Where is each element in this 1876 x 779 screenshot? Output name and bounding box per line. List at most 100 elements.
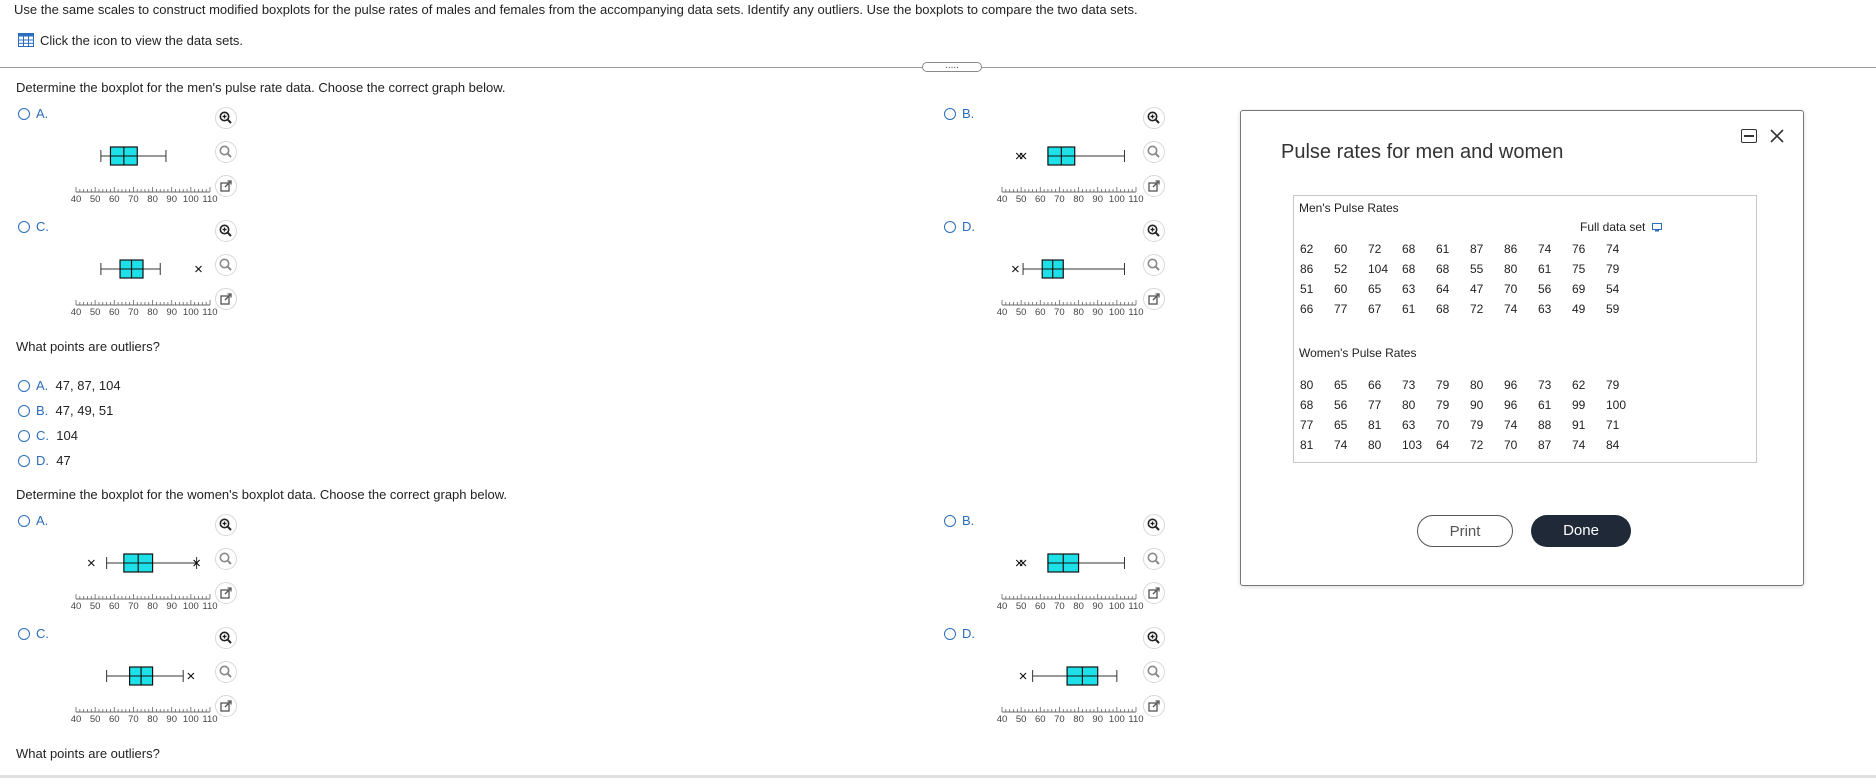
tick-label: 100 bbox=[1109, 194, 1125, 205]
open-window-icon[interactable] bbox=[1143, 695, 1165, 717]
zoom-in-icon[interactable] bbox=[215, 627, 237, 649]
radio-button[interactable] bbox=[18, 221, 30, 233]
table-cell: 64 bbox=[1436, 438, 1450, 452]
full-data-set-link[interactable]: Full data set bbox=[1580, 220, 1662, 234]
tick-label: 60 bbox=[1035, 307, 1046, 318]
zoom-out-icon[interactable] bbox=[1143, 661, 1165, 683]
tick-label: 90 bbox=[1092, 194, 1103, 205]
tick-label: 90 bbox=[1092, 714, 1103, 725]
table-row: 77 65 81 63 70 79 74 88 91 71 bbox=[1300, 418, 1640, 438]
zoom-in-icon[interactable] bbox=[1143, 220, 1165, 242]
data-link-text[interactable]: Click the icon to view the data sets. bbox=[40, 33, 243, 48]
data-link[interactable]: Click the icon to view the data sets. bbox=[18, 33, 243, 48]
table-icon[interactable] bbox=[18, 33, 34, 47]
zoom-in-icon[interactable] bbox=[215, 107, 237, 129]
zoom-in-icon[interactable] bbox=[215, 220, 237, 242]
done-button[interactable]: Done bbox=[1531, 515, 1631, 547]
part2-option-b[interactable]: B. bbox=[944, 513, 974, 528]
open-window-icon[interactable] bbox=[1143, 582, 1165, 604]
part1-option-b[interactable]: B. bbox=[944, 106, 974, 121]
radio-button[interactable] bbox=[18, 108, 30, 120]
outliers1-option-a[interactable]: A. 47, 87, 104 bbox=[18, 378, 121, 393]
tick-label: 100 bbox=[183, 601, 199, 612]
part1-option-d[interactable]: D. bbox=[944, 219, 975, 234]
radio-button[interactable] bbox=[18, 455, 30, 467]
radio-button[interactable] bbox=[18, 405, 30, 417]
table-cell: 67 bbox=[1368, 302, 1382, 316]
outliers1-option-c[interactable]: C. 104 bbox=[18, 428, 78, 443]
tick-label: 110 bbox=[1128, 307, 1143, 318]
radio-button[interactable] bbox=[944, 515, 956, 527]
table-cell: 51 bbox=[1300, 282, 1314, 296]
minimize-icon[interactable] bbox=[1741, 129, 1757, 143]
part2-option-d[interactable]: D. bbox=[944, 626, 975, 641]
tick-label: 80 bbox=[1073, 194, 1084, 205]
table-cell: 64 bbox=[1436, 282, 1450, 296]
table-cell: 68 bbox=[1300, 398, 1314, 412]
zoom-out-icon[interactable] bbox=[1143, 548, 1165, 570]
table-cell: 49 bbox=[1572, 302, 1586, 316]
tick-label: 60 bbox=[1035, 714, 1046, 725]
table-cell: 84 bbox=[1606, 438, 1620, 452]
table-cell: 81 bbox=[1368, 418, 1382, 432]
open-window-icon[interactable] bbox=[215, 288, 237, 310]
zoom-in-icon[interactable] bbox=[1143, 107, 1165, 129]
outlier-mark bbox=[1019, 559, 1027, 567]
radio-button[interactable] bbox=[18, 628, 30, 640]
zoom-in-icon[interactable] bbox=[215, 514, 237, 536]
radio-button[interactable] bbox=[944, 628, 956, 640]
zoom-out-icon[interactable] bbox=[1143, 254, 1165, 276]
zoom-out-icon[interactable] bbox=[215, 661, 237, 683]
expand-button[interactable]: ..... bbox=[922, 61, 982, 72]
boxplot-svg: 40 50 60 70 80 90 100 110 bbox=[71, 553, 218, 612]
zoom-out-icon[interactable] bbox=[215, 141, 237, 163]
women-data-grid: 80 65 66 73 79 80 96 73 62 79 68 56 77 80 79 90 96 61 99 10… bbox=[1300, 378, 1640, 458]
radio-button[interactable] bbox=[944, 221, 956, 233]
women-table-title: Women's Pulse Rates bbox=[1299, 346, 1417, 360]
table-cell: 99 bbox=[1572, 398, 1586, 412]
open-window-icon[interactable] bbox=[215, 695, 237, 717]
tick-label: 110 bbox=[1128, 194, 1143, 205]
tick-label: 80 bbox=[147, 714, 158, 725]
part1-option-c[interactable]: C. bbox=[18, 219, 49, 234]
tick-label: 70 bbox=[1054, 601, 1065, 612]
copy-icon[interactable] bbox=[1651, 223, 1662, 232]
outlier-mark bbox=[187, 672, 195, 680]
part2-option-a[interactable]: A. bbox=[18, 513, 48, 528]
open-window-icon[interactable] bbox=[215, 582, 237, 604]
tick-label: 70 bbox=[1054, 307, 1065, 318]
zoom-in-icon[interactable] bbox=[1143, 514, 1165, 536]
table-cell: 74 bbox=[1334, 438, 1348, 452]
radio-button[interactable] bbox=[18, 430, 30, 442]
boxplot: 40 50 60 70 80 90 100 110 bbox=[70, 134, 230, 224]
outlier-mark bbox=[195, 265, 202, 273]
table-cell: 63 bbox=[1402, 282, 1416, 296]
radio-button[interactable] bbox=[18, 515, 30, 527]
outliers1-option-d[interactable]: D. 47 bbox=[18, 453, 71, 468]
print-button[interactable]: Print bbox=[1417, 515, 1513, 547]
open-window-icon[interactable] bbox=[215, 175, 237, 197]
table-row: 81 74 80 103 64 72 70 87 74 84 bbox=[1300, 438, 1640, 458]
close-icon[interactable] bbox=[1769, 128, 1785, 144]
open-window-icon[interactable] bbox=[1143, 288, 1165, 310]
table-row: 62 60 72 68 61 87 86 74 76 74 bbox=[1300, 242, 1640, 262]
tick-label: 90 bbox=[1092, 601, 1103, 612]
radio-button[interactable] bbox=[18, 380, 30, 392]
open-window-icon[interactable] bbox=[1143, 175, 1165, 197]
part1-option-a[interactable]: A. bbox=[18, 106, 48, 121]
radio-button[interactable] bbox=[944, 108, 956, 120]
table-cell: 80 bbox=[1470, 378, 1484, 392]
outliers1-option-b[interactable]: B. 47, 49, 51 bbox=[18, 403, 113, 418]
part2-prompt: Determine the boxplot for the women's bo… bbox=[16, 487, 507, 502]
table-cell: 77 bbox=[1300, 418, 1314, 432]
tick-label: 110 bbox=[1128, 601, 1143, 612]
zoom-in-icon[interactable] bbox=[1143, 627, 1165, 649]
boxplot: 40 50 60 70 80 90 100 110 bbox=[70, 541, 230, 631]
tick-label: 70 bbox=[1054, 194, 1065, 205]
part2-option-c[interactable]: C. bbox=[18, 626, 49, 641]
zoom-out-icon[interactable] bbox=[215, 254, 237, 276]
zoom-out-icon[interactable] bbox=[1143, 141, 1165, 163]
table-cell: 71 bbox=[1606, 418, 1620, 432]
zoom-out-icon[interactable] bbox=[215, 548, 237, 570]
outlier-mark bbox=[1019, 672, 1027, 680]
